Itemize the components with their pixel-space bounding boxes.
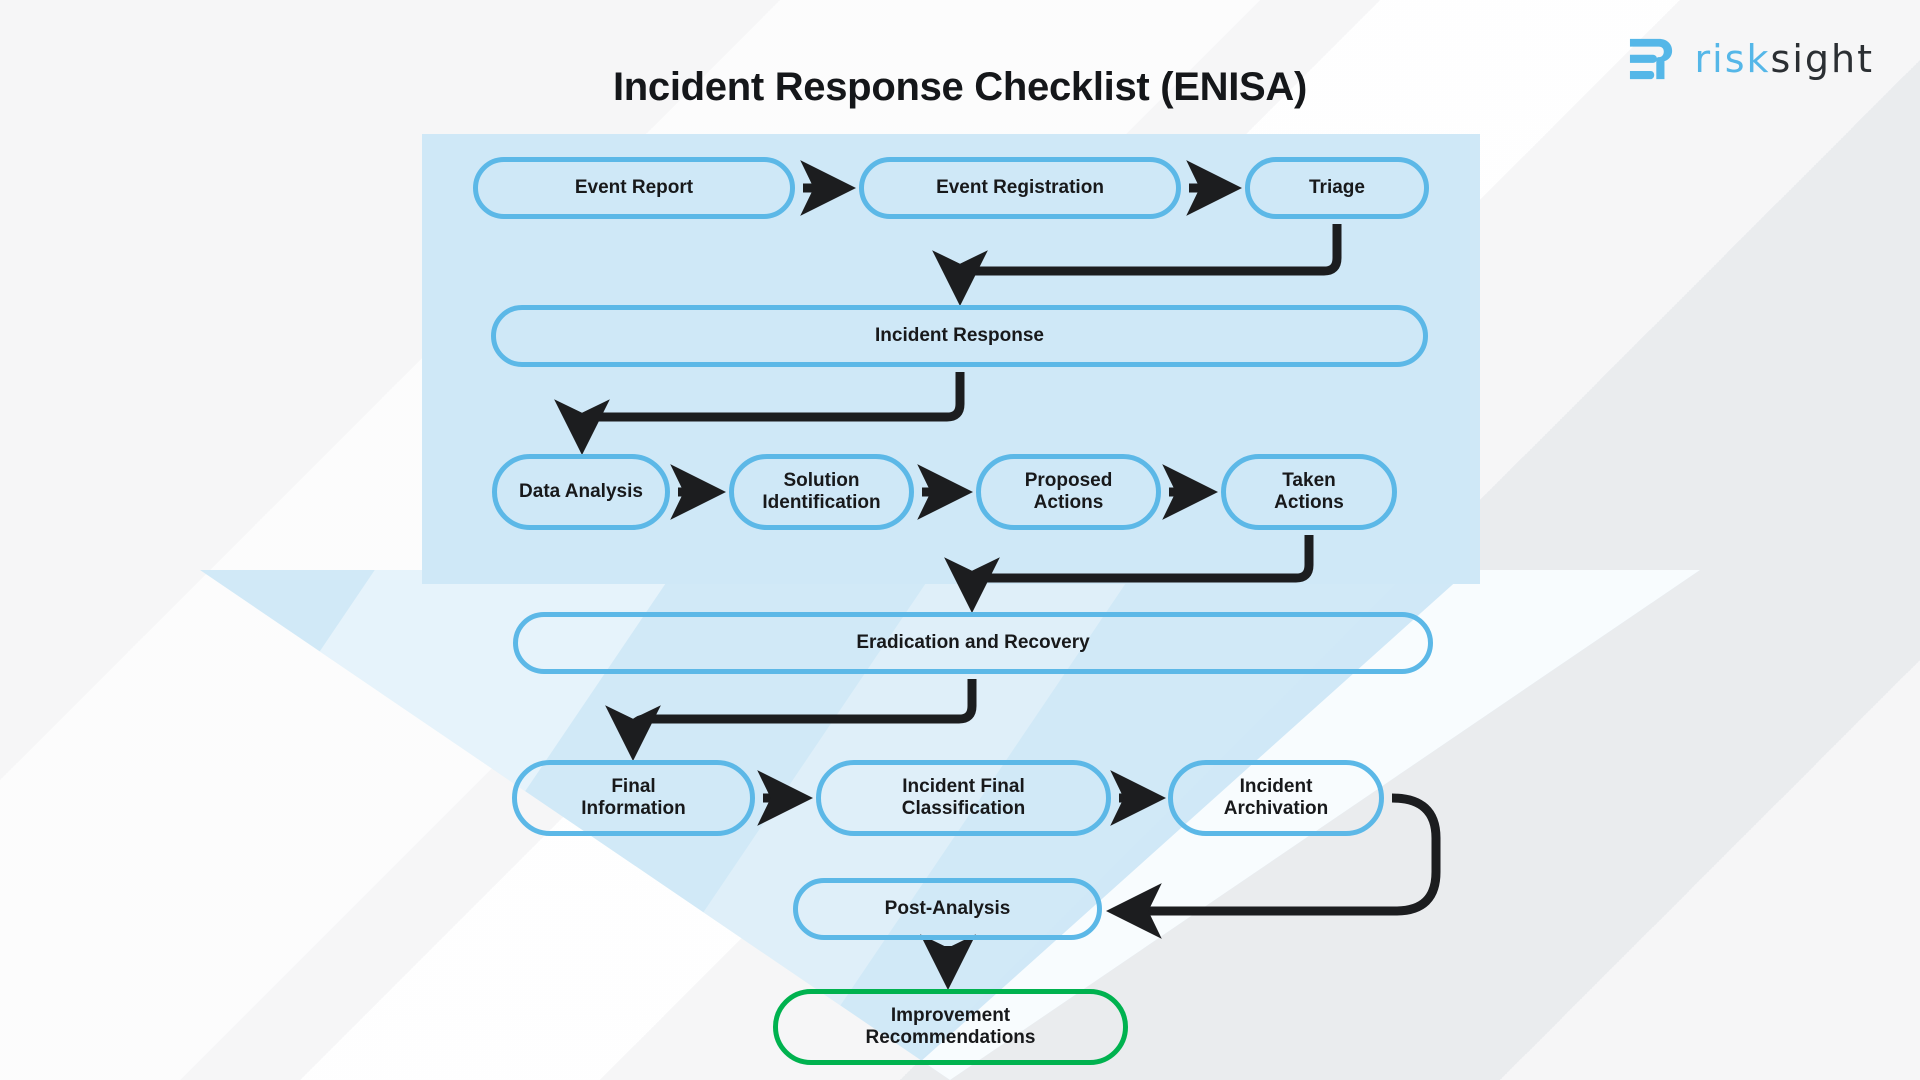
brand-wordmark: risksight [1695,37,1874,81]
node-label: Taken Actions [1274,469,1344,513]
node-eradication-and-recovery[interactable]: Eradication and Recovery [513,612,1433,674]
node-triage[interactable]: Triage [1245,157,1429,219]
brand-logo: risksight [1627,36,1874,82]
node-incident-response[interactable]: Incident Response [491,305,1428,367]
node-label: Data Analysis [519,480,643,502]
edge-eradication-to-final-information [605,679,977,762]
diagram-canvas: Event Report Event Registration Triage Inci… [0,0,1920,1080]
node-label: Event Report [574,176,694,198]
node-event-registration[interactable]: Event Registration [859,157,1181,219]
node-label: Incident Response [875,324,1044,346]
node-label: Proposed Actions [1024,469,1113,513]
brand-word-risk: risk [1694,37,1771,81]
node-label: Final Information [581,775,686,819]
brand-word-sight: sight [1770,37,1874,81]
node-incident-final-classification[interactable]: Incident Final Classification [816,760,1111,836]
node-label: Triage [1309,176,1365,198]
node-final-information[interactable]: Final Information [512,760,755,836]
node-label: Incident Final Classification [901,775,1026,819]
node-event-report[interactable]: Event Report [473,157,795,219]
node-label: Solution Identification [762,469,881,513]
node-incident-archivation[interactable]: Incident Archivation [1168,760,1384,836]
node-data-analysis[interactable]: Data Analysis [492,454,670,530]
node-improvement-recommendations[interactable]: Improvement Recommendations [773,989,1128,1065]
node-solution-identification[interactable]: Solution Identification [729,454,914,530]
node-proposed-actions[interactable]: Proposed Actions [976,454,1161,530]
node-label: Event Registration [936,176,1104,198]
node-post-analysis[interactable]: Post-Analysis [793,878,1102,940]
node-label: Eradication and Recovery [856,631,1090,653]
node-taken-actions[interactable]: Taken Actions [1221,454,1397,530]
node-label: Improvement Recommendations [865,1004,1036,1048]
node-label: Post-Analysis [884,897,1011,919]
risksight-logo-mark-icon [1629,38,1672,80]
node-label: Incident Archivation [1223,775,1329,819]
